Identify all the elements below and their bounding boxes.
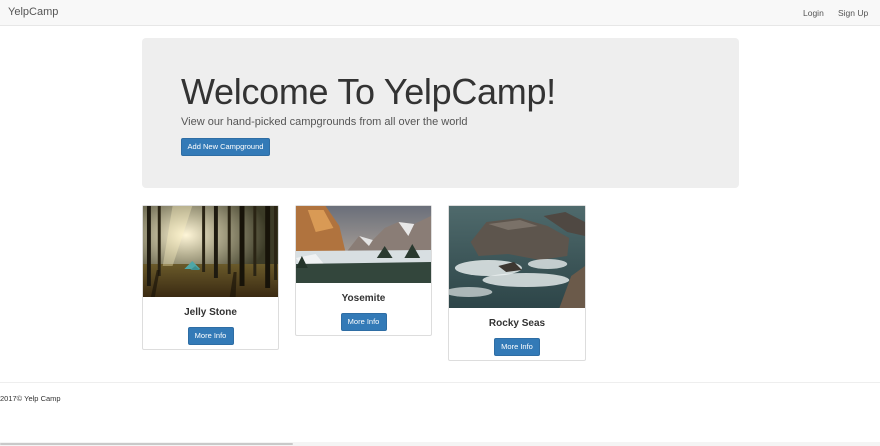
- campground-name: Rocky Seas: [488, 318, 546, 329]
- campground-card: Jelly Stone More Info: [142, 205, 279, 350]
- jumbotron: Welcome To YelpCamp! View our hand-picke…: [142, 38, 739, 188]
- campground-image[interactable]: [143, 206, 278, 297]
- signup-link[interactable]: Sign Up: [838, 8, 868, 18]
- page-subtitle: View our hand-picked campgrounds from al…: [181, 116, 468, 128]
- add-new-campground-button[interactable]: Add New Campground: [181, 138, 270, 156]
- horizontal-scrollbar[interactable]: [0, 442, 880, 446]
- campground-card: Yosemite More Info: [295, 205, 432, 336]
- brand-link[interactable]: YelpCamp: [8, 6, 58, 18]
- campground-name: Yosemite: [341, 293, 386, 304]
- more-info-button[interactable]: More Info: [340, 313, 387, 331]
- more-info-button[interactable]: More Info: [187, 327, 234, 345]
- more-info-button[interactable]: More Info: [494, 338, 540, 356]
- footer-divider: [0, 382, 880, 383]
- footer-copyright: 2017© Yelp Camp: [0, 394, 61, 403]
- navbar: YelpCamp Login Sign Up: [0, 0, 880, 26]
- scrollbar-thumb[interactable]: [0, 443, 293, 445]
- campground-image[interactable]: [296, 206, 431, 283]
- campground-name: Jelly Stone: [184, 307, 237, 318]
- login-link[interactable]: Login: [803, 8, 824, 18]
- campground-card: Rocky Seas More Info: [448, 205, 586, 361]
- campground-image[interactable]: [449, 206, 585, 308]
- page-title: Welcome To YelpCamp!: [181, 71, 556, 112]
